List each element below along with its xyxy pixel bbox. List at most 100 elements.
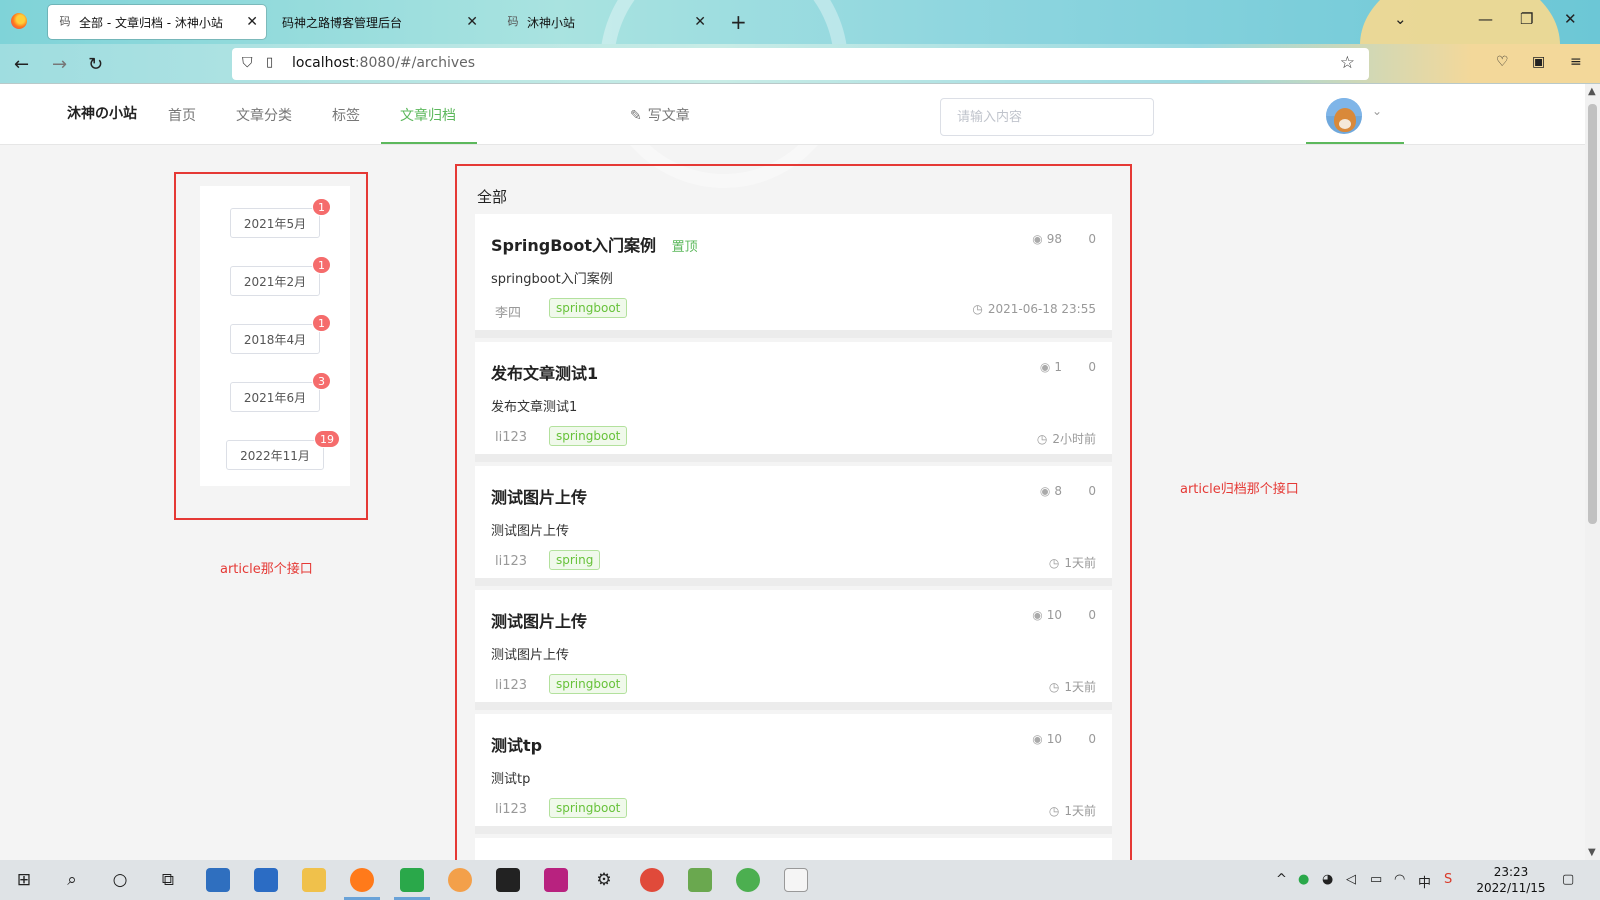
scroll-thumb[interactable] (1588, 104, 1597, 524)
annotation-box-articles: 全部 SpringBoot入门案例 置顶 ◉ 98 0 springboot入门案… (455, 164, 1132, 870)
tab-site[interactable]: 码 沐神小站 ✕ (496, 5, 714, 39)
archive-month-label: 2018年4月 (243, 332, 307, 347)
cortana-icon[interactable]: ○ (108, 868, 132, 892)
minimize-icon[interactable]: — (1478, 10, 1493, 28)
reload-icon[interactable]: ↻ (88, 54, 103, 75)
annotation-note-archives: article那个接口 (220, 562, 313, 577)
search-box[interactable] (940, 98, 1154, 136)
clock-icon: ◷ (1036, 432, 1048, 446)
article-card[interactable]: 发布文章测试1 ◉ 1 0 发布文章测试1 li123 springboot ◷ 2… (475, 342, 1112, 462)
pocket-icon[interactable]: ♡ (1496, 54, 1509, 70)
bookmark-star-icon[interactable]: ☆ (1340, 53, 1355, 73)
write-article-link[interactable]: ✎ 写文章 (630, 105, 690, 125)
qq-icon[interactable]: ◕ (1322, 872, 1333, 887)
archive-month-button[interactable]: 2021年5月 (230, 208, 320, 238)
avatar[interactable] (1326, 98, 1362, 134)
menu-icon[interactable]: ≡ (1570, 54, 1582, 70)
nav-home[interactable]: 首页 (168, 105, 196, 125)
close-tab-icon[interactable]: ✕ (694, 14, 706, 30)
mail-icon[interactable] (206, 868, 230, 892)
article-title[interactable]: SpringBoot入门案例 置顶 (491, 232, 698, 256)
terminal-icon[interactable] (496, 868, 520, 892)
view-count-value: 10 (1046, 608, 1062, 622)
chrome-icon[interactable] (736, 868, 760, 892)
article-time-value: 1天前 (1064, 680, 1096, 694)
article-title[interactable]: 测试图片上传 (491, 484, 587, 508)
article-card[interactable]: SpringBoot入门案例 置顶 ◉ 98 0 springboot入门案例 李… (475, 214, 1112, 338)
app-icon[interactable] (688, 868, 712, 892)
article-tag[interactable]: springboot (549, 426, 628, 446)
windows-start-icon[interactable]: ⊞ (12, 868, 36, 892)
tray-expand-icon[interactable]: ^ (1276, 872, 1287, 887)
article-tag[interactable]: springboot (549, 798, 628, 818)
article-tag[interactable]: springboot (549, 674, 628, 694)
url-path: :8080/#/archives (354, 55, 476, 71)
chevron-down-icon[interactable]: ⌄ (1372, 104, 1382, 118)
url-text[interactable]: localhost:8080/#/archives (292, 55, 475, 71)
system-clock[interactable]: 23:23 2022/11/15 (1476, 864, 1546, 896)
article-tag[interactable]: spring (549, 550, 601, 570)
battery-icon[interactable]: ▭ (1370, 872, 1382, 887)
shield-icon[interactable]: ⛉ (242, 55, 253, 71)
comment-count: 0 (1088, 232, 1096, 246)
firefox-logo-icon[interactable] (11, 13, 27, 29)
url-host: localhost (292, 55, 355, 71)
app-icon[interactable] (640, 868, 664, 892)
article-card[interactable]: 测试图片上传 ◉ 10 0 测试图片上传 li123 springboot ◷ 1天… (475, 590, 1112, 710)
eye-icon: ◉ (1032, 732, 1043, 746)
restore-icon[interactable]: ❐ (1520, 10, 1533, 28)
close-tab-icon[interactable]: ✕ (466, 14, 478, 30)
search-input[interactable] (941, 99, 1153, 135)
intellij-icon[interactable] (544, 868, 568, 892)
file-explorer-icon[interactable] (302, 868, 326, 892)
settings-gear-icon[interactable]: ⚙ (592, 868, 616, 892)
pinned-label: 置顶 (671, 240, 698, 255)
article-title[interactable]: 发布文章测试1 (491, 360, 598, 384)
notification-icon[interactable]: ▢ (1562, 872, 1574, 887)
archive-month-button[interactable]: 2018年4月 (230, 324, 320, 354)
search-icon[interactable]: ⌕ (60, 868, 84, 892)
firefox-taskbar-icon[interactable] (350, 868, 374, 892)
url-bar[interactable]: ⛉ ▯ localhost:8080/#/archives ☆ (232, 48, 1369, 80)
nav-archives[interactable]: 文章归档 (400, 105, 456, 125)
eye-icon: ◉ (1032, 232, 1043, 246)
article-title[interactable]: 测试图片上传 (491, 608, 587, 632)
tab-admin[interactable]: 码神之路博客管理后台 ✕ (272, 5, 486, 39)
article-title[interactable]: 测试tp (491, 732, 542, 756)
forward-icon[interactable]: → (52, 54, 67, 75)
browser-nav-bar: ← → ↻ ⛉ ▯ localhost:8080/#/archives ☆ ♡ … (0, 44, 1600, 84)
view-count: ◉ 8 (1040, 484, 1062, 498)
close-tab-icon[interactable]: ✕ (246, 14, 258, 30)
page-scrollbar[interactable]: ▲ ▼ (1585, 84, 1600, 860)
store-icon[interactable] (254, 868, 278, 892)
nav-category[interactable]: 文章分类 (236, 105, 292, 125)
task-view-icon[interactable]: ⧉ (156, 868, 180, 892)
nav-tag[interactable]: 标签 (332, 105, 360, 125)
archive-month-button[interactable]: 2021年6月 (230, 382, 320, 412)
extension-icon[interactable]: ▣ (1532, 54, 1545, 70)
back-icon[interactable]: ← (14, 54, 29, 75)
volume-icon[interactable]: ◁ (1346, 872, 1356, 887)
page-icon[interactable]: ▯ (266, 55, 273, 70)
new-tab-icon[interactable]: + (730, 10, 747, 34)
ime-indicator[interactable]: 中 (1418, 872, 1431, 891)
app-icon[interactable] (448, 868, 472, 892)
tab-list-chevron-icon[interactable]: ⌄ (1394, 10, 1407, 28)
wifi-icon[interactable]: ◠ (1394, 872, 1405, 887)
article-tag[interactable]: springboot (549, 298, 628, 318)
clock-date: 2022/11/15 (1476, 881, 1546, 895)
scroll-down-icon[interactable]: ▼ (1588, 847, 1596, 858)
article-card[interactable]: 测试图片上传 ◉ 8 0 测试图片上传 li123 spring ◷ 1天前 (475, 466, 1112, 586)
article-card[interactable]: 测试tp ◉ 10 0 测试tp li123 springboot ◷ 1天前 (475, 714, 1112, 834)
wechat-icon[interactable]: ● (1298, 872, 1309, 887)
close-window-icon[interactable]: ✕ (1564, 10, 1577, 28)
hbuilder-icon[interactable] (400, 868, 424, 892)
archive-month-button[interactable]: 2022年11月 (226, 440, 324, 470)
app-tray-icon[interactable]: S (1444, 872, 1452, 887)
site-logo[interactable]: 沐神の小站 (67, 103, 137, 123)
archive-month-button[interactable]: 2021年2月 (230, 266, 320, 296)
scroll-up-icon[interactable]: ▲ (1588, 86, 1596, 97)
typora-icon[interactable] (784, 868, 808, 892)
clock-icon: ◷ (1048, 680, 1060, 694)
tab-archives[interactable]: 码 全部 - 文章归档 - 沐神小站 ✕ (48, 5, 266, 39)
